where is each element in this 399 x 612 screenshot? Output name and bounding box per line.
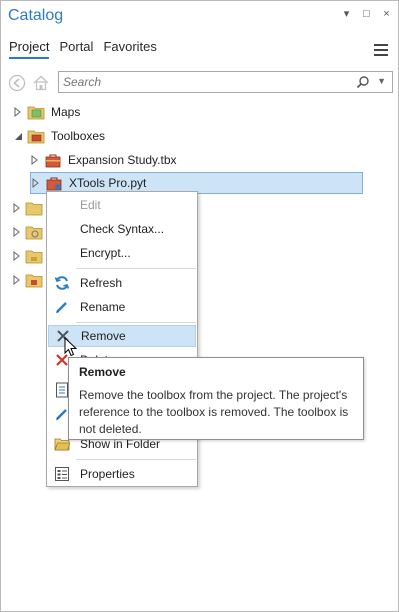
toolboxes-folder-icon [27,128,45,144]
menu-item-refresh[interactable]: Refresh [48,272,196,294]
menu-item-encrypt[interactable]: Encrypt... [48,242,196,264]
menu-separator [76,268,196,269]
tooltip-body: Remove the toolbox from the project. The… [79,388,349,436]
expand-arrow-icon[interactable] [13,203,21,213]
database-folder-icon [25,200,43,216]
tooltip-title: Remove [79,365,126,379]
catalog-tabs: Project Portal Favorites [9,39,167,59]
menu-item-rename[interactable]: Rename [48,296,196,318]
home-icon[interactable] [31,73,51,93]
expand-arrow-icon[interactable] [13,275,21,285]
navigation-bar: ▼ [7,71,393,95]
tree-item-maps[interactable]: Maps [13,101,213,123]
tree-item-toolboxes[interactable]: Toolboxes [13,125,213,147]
refresh-icon [49,272,75,294]
tree-item-label: XTools Pro.pyt [69,176,147,190]
menu-item-properties[interactable]: Properties [48,463,196,485]
properties-icon [49,463,75,485]
toolbox-icon [44,152,62,168]
maps-folder-icon [27,104,45,120]
tree-item-label: Toolboxes [51,129,106,143]
remove-tooltip: Remove Remove the toolbox from the proje… [68,357,364,440]
tree-item-label: Expansion Study.tbx [68,153,177,167]
rename-icon [49,296,75,318]
expand-arrow-icon[interactable] [31,178,41,188]
tree-item-hidden-1[interactable] [13,197,45,219]
tab-project[interactable]: Project [9,39,50,59]
catalog-pane: Catalog ▾ □ × Project Portal Favorites ▼ [0,0,399,612]
pane-titlebar: Catalog ▾ □ × [1,1,398,33]
pane-options-button[interactable]: ▾ [341,9,352,20]
menu-item-edit[interactable]: Edit [48,194,196,216]
back-arrow-icon[interactable] [7,73,27,93]
tree-item-hidden-4[interactable] [13,269,45,291]
pane-title: Catalog [8,7,64,24]
search-dropdown-icon[interactable]: ▼ [377,76,386,86]
expand-arrow-icon[interactable] [13,107,23,117]
tab-portal[interactable]: Portal [59,39,93,59]
tab-favorites[interactable]: Favorites [103,39,156,59]
tree-item-label: Maps [51,105,81,119]
collapse-arrow-icon[interactable] [13,131,23,141]
search-box: ▼ [58,71,393,93]
hamburger-menu-icon[interactable] [374,44,388,56]
menu-separator [76,459,196,460]
mouse-cursor-icon [64,336,78,360]
menu-item-check-syntax[interactable]: Check Syntax... [48,218,196,240]
tree-item-expansion-study[interactable]: Expansion Study.tbx [30,149,250,171]
pane-float-button[interactable]: □ [361,9,372,20]
pane-close-button[interactable]: × [381,9,392,20]
styles-folder-icon [25,224,43,240]
search-input[interactable] [63,74,353,90]
menu-separator [76,322,196,323]
locators-folder-icon [25,272,43,288]
folders-icon [25,248,43,264]
expand-arrow-icon[interactable] [13,227,21,237]
search-icon[interactable] [356,75,370,92]
tree-item-hidden-3[interactable] [13,245,45,267]
tree-item-hidden-2[interactable] [13,221,45,243]
python-toolbox-icon [45,175,63,191]
expand-arrow-icon[interactable] [30,155,40,165]
window-buttons: ▾ □ × [341,9,392,20]
expand-arrow-icon[interactable] [13,251,21,261]
